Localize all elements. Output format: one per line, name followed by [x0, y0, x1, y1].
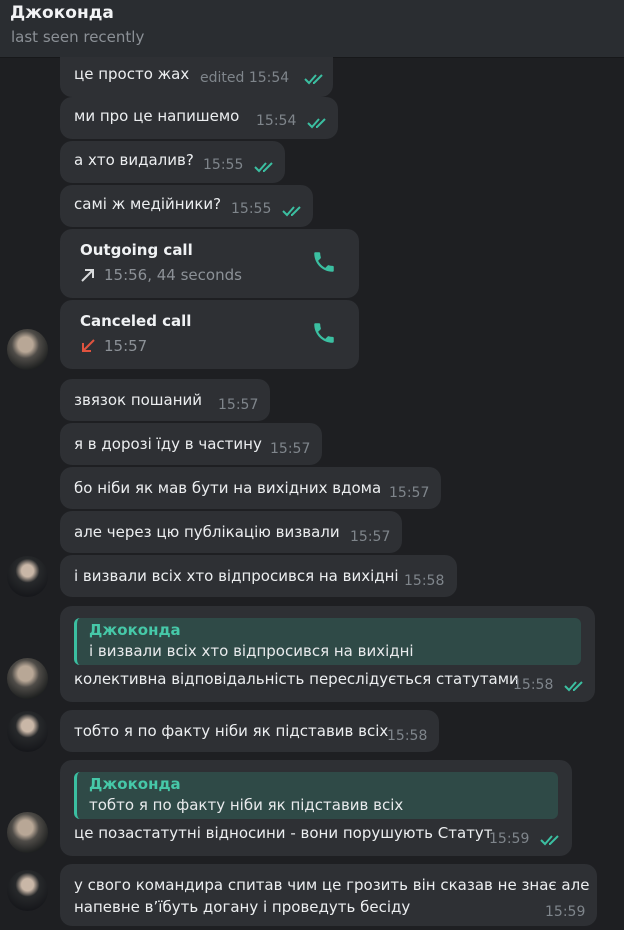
message-time: 15:59	[545, 904, 586, 920]
message-text: звязок пошаний	[74, 391, 203, 409]
message-time: 15:59	[489, 831, 530, 847]
message-bubble[interactable]: бо ніби як мав бути на вихідних вдома 15…	[60, 467, 441, 509]
message-text: тобто я по факту ніби як підставив всіх	[74, 722, 389, 740]
message-bubble[interactable]: тобто я по факту ніби як підставив всіх …	[60, 710, 439, 752]
reply-quote[interactable]: Джоконда тобто я по факту ніби як підста…	[74, 772, 558, 819]
message-text: а хто видалив?	[74, 151, 194, 169]
reply-text: і визвали всіх хто відпросився на вихідн…	[89, 642, 414, 660]
message-time: 15:55	[203, 157, 244, 173]
call-time: 15:56, 44 seconds	[104, 266, 242, 284]
message-text: це просто жах	[74, 65, 190, 83]
avatar[interactable]	[7, 658, 48, 699]
call-title: Canceled call	[80, 312, 192, 330]
message-text-line: у свого командира спитав чим це грозить …	[74, 876, 590, 894]
contact-status: last seen recently	[11, 28, 145, 46]
message-time: 15:58	[387, 728, 428, 744]
call-bubble[interactable]: Outgoing call 15:56, 44 seconds	[60, 229, 359, 298]
avatar[interactable]	[7, 329, 48, 370]
message-bubble[interactable]: Джоконда тобто я по факту ніби як підста…	[60, 760, 572, 856]
message-time: 15:57	[270, 441, 311, 457]
message-bubble[interactable]: самі ж медійники? 15:55	[60, 185, 313, 227]
message-bubble[interactable]: Джоконда і визвали всіх хто відпросився …	[60, 606, 595, 702]
call-time: 15:57	[104, 337, 148, 355]
call-bubble[interactable]: Canceled call 15:57	[60, 300, 359, 369]
call-subtitle: 15:57	[80, 337, 147, 355]
phone-icon[interactable]	[311, 320, 337, 346]
reply-author: Джоконда	[89, 621, 181, 639]
read-check-icon	[307, 116, 331, 130]
message-text: це позастатутні відносини - вони порушую…	[74, 824, 493, 842]
message-time: 15:54	[256, 113, 297, 129]
message-bubble[interactable]: я в дорозі їду в частину 15:57	[60, 423, 322, 465]
reply-text: тобто я по факту ніби як підставив всіх	[89, 796, 404, 814]
message-time: 15:55	[231, 201, 272, 217]
message-bubble[interactable]: ми про це напишемо 15:54	[60, 97, 338, 139]
missed-arrow-icon	[80, 338, 96, 354]
message-text: ми про це напишемо	[74, 107, 240, 125]
message-time: 15:57	[218, 397, 259, 413]
message-bubble[interactable]: і визвали всіх хто відпросився на вихідн…	[60, 555, 457, 597]
message-text: я в дорозі їду в частину	[74, 435, 262, 453]
phone-icon[interactable]	[311, 249, 337, 275]
contact-name[interactable]: Джоконда	[10, 3, 114, 23]
message-time: 15:57	[350, 529, 391, 545]
message-bubble[interactable]: а хто видалив? 15:55	[60, 141, 285, 183]
avatar[interactable]	[7, 556, 48, 597]
message-text-line: напевне в’їбуть догану і проведуть бесід…	[74, 898, 411, 916]
call-title: Outgoing call	[80, 241, 193, 259]
message-bubble[interactable]: але через цю публікацію визвали 15:57	[60, 511, 402, 553]
avatar[interactable]	[7, 870, 48, 911]
message-time: edited 15:54	[200, 70, 290, 86]
message-time: 15:57	[389, 485, 430, 501]
message-text: колективна відповідальність переслідуєть…	[74, 670, 519, 688]
message-time: 15:58	[404, 573, 445, 589]
read-check-icon	[540, 833, 564, 847]
read-check-icon	[282, 204, 306, 218]
message-time: 15:58	[513, 677, 554, 693]
reply-author: Джоконда	[89, 775, 181, 793]
chat-header[interactable]: Джоконда last seen recently	[0, 0, 624, 58]
avatar[interactable]	[7, 711, 48, 752]
message-text: самі ж медійники?	[74, 195, 222, 213]
avatar[interactable]	[7, 812, 48, 853]
message-text: бо ніби як мав бути на вихідних вдома	[74, 479, 382, 497]
message-bubble[interactable]: у свого командира спитав чим це грозить …	[60, 864, 597, 926]
message-bubble[interactable]: звязок пошаний 15:57	[60, 379, 270, 421]
message-text: але через цю публікацію визвали	[74, 523, 340, 541]
call-subtitle: 15:56, 44 seconds	[80, 266, 242, 284]
outgoing-arrow-icon	[80, 267, 96, 283]
message-bubble[interactable]: це просто жах edited 15:54	[60, 57, 333, 97]
read-check-icon	[564, 679, 588, 693]
reply-quote[interactable]: Джоконда і визвали всіх хто відпросився …	[74, 618, 581, 665]
read-check-icon	[304, 72, 328, 86]
read-check-icon	[254, 160, 278, 174]
message-text: і визвали всіх хто відпросився на вихідн…	[74, 567, 399, 585]
